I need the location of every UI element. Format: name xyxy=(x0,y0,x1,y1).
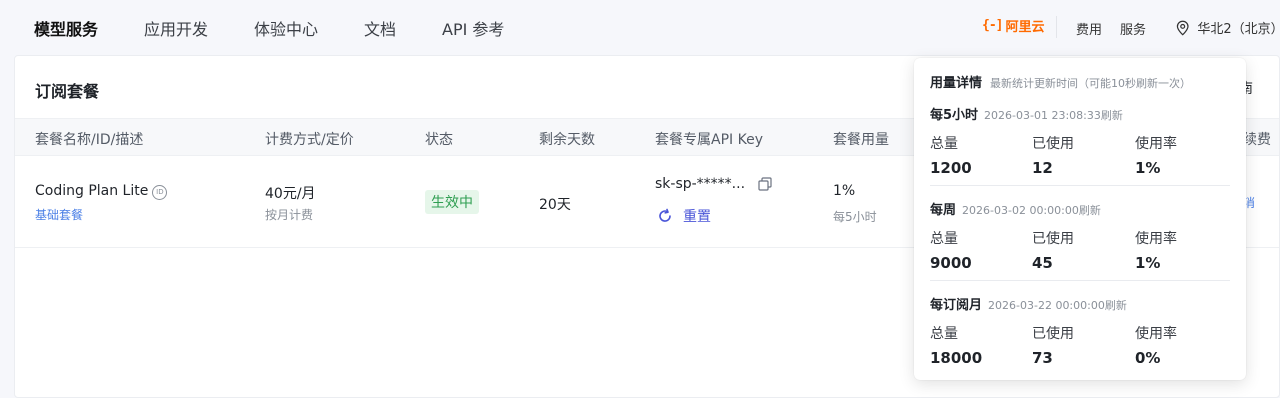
nav-api-reference[interactable]: API 参考 xyxy=(442,16,504,40)
aliyun-logo-text: 阿里云 xyxy=(1005,20,1045,35)
section-refresh-time: 2026-03-22 00:00:00刷新 xyxy=(988,299,1127,312)
stat-value-used: 12 xyxy=(1032,159,1053,177)
usage-period: 每5小时 xyxy=(833,210,877,224)
status-cell: 生效中 xyxy=(425,190,479,214)
col-status: 状态 xyxy=(425,132,453,148)
stat-label-used: 已使用 xyxy=(1032,231,1074,247)
col-billing: 计费方式/定价 xyxy=(265,132,354,148)
nav-experience-center[interactable]: 体验中心 xyxy=(254,16,318,40)
section-title: 每周 xyxy=(930,203,957,218)
popover-header: 用量详情 最新统计更新时间（可能10秒刷新一次） xyxy=(930,72,1191,91)
section-divider xyxy=(930,185,1230,186)
aliyun-logo[interactable]: {-] 阿里云 xyxy=(982,16,1045,35)
stat-label-total: 总量 xyxy=(930,231,958,247)
stat-value-used: 73 xyxy=(1032,349,1053,367)
stat-label-total: 总量 xyxy=(930,326,958,342)
api-key-cell: sk-sp-*****... xyxy=(655,176,772,192)
nav-model-service[interactable]: 模型服务 xyxy=(34,16,98,40)
usage-detail-popover: 用量详情 最新统计更新时间（可能10秒刷新一次） 每5小时 2026-03-01… xyxy=(914,58,1246,380)
top-nav: 模型服务 应用开发 体验中心 文档 API 参考 {-] 阿里云 费用 服务 华… xyxy=(0,0,1280,54)
stat-value-rate: 1% xyxy=(1135,254,1161,272)
nav-billing[interactable]: 费用 xyxy=(1076,19,1102,38)
usage-section-week: 每周 2026-03-02 00:00:00刷新 总量 9000 已使用 45 使用… xyxy=(930,199,1230,278)
status-badge: 生效中 xyxy=(425,190,479,214)
stat-value-rate: 1% xyxy=(1135,159,1161,177)
col-days-left: 剩余天数 xyxy=(539,132,595,148)
reset-key-button[interactable]: 重置 xyxy=(657,206,711,226)
section-refresh-time: 2026-03-02 00:00:00刷新 xyxy=(962,204,1101,217)
plan-name-cell: Coding Plan Lite ID xyxy=(35,183,168,200)
col-plan-name: 套餐名称/ID/描述 xyxy=(35,132,144,148)
plan-name: Coding Plan Lite xyxy=(35,183,149,199)
popover-note: 最新统计更新时间（可能10秒刷新一次） xyxy=(990,77,1192,90)
stat-label-rate: 使用率 xyxy=(1135,231,1177,247)
stat-label-used: 已使用 xyxy=(1032,326,1074,342)
days-left: 20天 xyxy=(539,197,571,213)
stat-value-total: 9000 xyxy=(930,254,972,272)
aliyun-logo-mark: {-] xyxy=(982,18,1004,33)
plan-desc-link[interactable]: 基础套餐 xyxy=(35,206,83,223)
section-title: 每5小时 xyxy=(930,108,979,123)
nav-app-dev[interactable]: 应用开发 xyxy=(144,16,208,40)
nav-service[interactable]: 服务 xyxy=(1120,19,1146,38)
col-api-key: 套餐专属API Key xyxy=(655,132,763,148)
popover-title: 用量详情 xyxy=(930,76,983,91)
reset-label: 重置 xyxy=(683,209,711,225)
stat-value-total: 1200 xyxy=(930,159,972,177)
stat-label-rate: 使用率 xyxy=(1135,326,1177,342)
usage-section-month: 每订阅月 2026-03-22 00:00:00刷新 总量 18000 已使用 73… xyxy=(930,294,1230,373)
location-pin-icon xyxy=(1176,20,1189,36)
stat-value-total: 18000 xyxy=(930,349,983,367)
plan-price: 40元/月 xyxy=(265,186,316,202)
section-divider xyxy=(930,280,1230,281)
col-renew-fragment: 续费 xyxy=(1243,132,1271,148)
refresh-icon xyxy=(659,208,671,222)
copy-icon[interactable] xyxy=(757,177,772,191)
stat-value-used: 45 xyxy=(1032,254,1053,272)
col-usage: 套餐用量 xyxy=(833,132,889,148)
api-key-value: sk-sp-*****... xyxy=(655,176,746,192)
region-selector[interactable]: 华北2（北京） xyxy=(1176,18,1280,37)
stat-label-total: 总量 xyxy=(930,136,958,152)
usage-section-5h: 每5小时 2026-03-01 23:08:33刷新 总量 1200 已使用 12 … xyxy=(930,104,1230,183)
id-icon[interactable]: ID xyxy=(152,185,168,200)
stat-value-rate: 0% xyxy=(1135,349,1161,367)
usage-percent[interactable]: 1% xyxy=(833,183,855,199)
nav-docs[interactable]: 文档 xyxy=(364,16,396,40)
region-label: 华北2（北京） xyxy=(1197,22,1280,37)
billing-method: 按月计费 xyxy=(265,208,314,222)
nav-divider xyxy=(1056,16,1057,38)
page-title: 订阅套餐 xyxy=(35,82,100,101)
stat-label-rate: 使用率 xyxy=(1135,136,1177,152)
section-title: 每订阅月 xyxy=(930,298,983,313)
section-refresh-time: 2026-03-01 23:08:33刷新 xyxy=(984,109,1123,122)
stat-label-used: 已使用 xyxy=(1032,136,1074,152)
